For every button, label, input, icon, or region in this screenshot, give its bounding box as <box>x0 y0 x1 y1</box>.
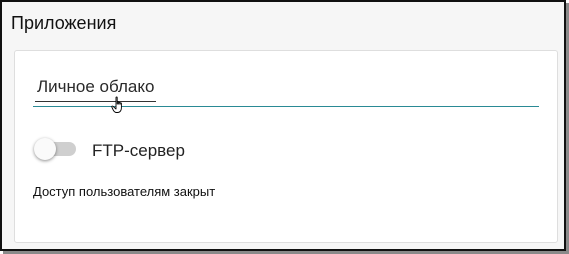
ftp-server-label: FTP-сервер <box>92 141 185 160</box>
tab-bar-divider <box>33 106 539 107</box>
ftp-server-toggle[interactable] <box>34 138 78 160</box>
applications-card: Личное облако FTP-сервер Доступ пользова… <box>14 50 558 243</box>
panel-title: Приложения <box>11 13 117 33</box>
toggle-knob <box>34 138 56 160</box>
applications-window: Приложения Личное облако FTP-сервер Дост… <box>0 0 566 251</box>
ftp-access-status: Доступ пользователям закрыт <box>33 184 216 199</box>
hand-pointer-icon <box>111 96 122 113</box>
tab-personal-cloud[interactable]: Личное облако <box>35 77 157 102</box>
